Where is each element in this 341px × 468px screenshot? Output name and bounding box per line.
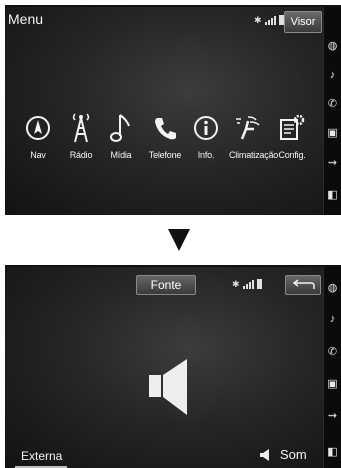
phone-icon	[155, 118, 176, 140]
menu-item-label: Nav	[30, 150, 46, 160]
return-arrow-icon	[292, 279, 315, 289]
menu-item-label: Info.	[197, 150, 215, 160]
bluetooth-icon: ✱	[232, 279, 240, 289]
quick-access-rail: ◍ ♪ ✆ ▣ ⇝ ◧	[323, 7, 341, 215]
quick-access-rail: ◍ ♪ ✆ ▣ ⇝ ◧	[323, 267, 341, 468]
radio-tower-icon	[72, 113, 90, 143]
climate-seat-icon	[236, 116, 260, 140]
battery-icon	[278, 15, 284, 25]
menu-item-label: Rádio	[69, 150, 93, 160]
menu-item-media[interactable]: Mídia	[101, 112, 141, 160]
menu-item-label: Climatização	[229, 150, 279, 160]
rail-climate-icon[interactable]: ⇝	[324, 407, 341, 423]
signal-strength-icon	[264, 16, 276, 25]
battery-icon	[256, 279, 262, 289]
menu-item-nav[interactable]: Nav	[18, 112, 58, 160]
menu-item-info[interactable]: Info.	[186, 112, 226, 160]
transition-arrow	[168, 229, 190, 251]
menu-item-label: Config.	[278, 150, 306, 160]
visor-button[interactable]: Visor	[284, 11, 322, 33]
signal-strength-icon	[242, 280, 254, 289]
rail-climate-icon[interactable]: ⇝	[324, 154, 341, 170]
back-button[interactable]	[285, 275, 321, 295]
rail-image-icon[interactable]: ▣	[324, 124, 341, 140]
settings-document-icon	[280, 114, 305, 140]
sound-label: Som	[280, 447, 307, 462]
menu-item-phone[interactable]: Telefone	[145, 112, 185, 160]
rail-phone-icon[interactable]: ✆	[324, 343, 341, 359]
rail-nav-icon[interactable]: ◍	[324, 37, 341, 53]
info-icon	[194, 116, 218, 140]
speaker-icon	[147, 357, 191, 422]
compass-icon	[26, 116, 50, 140]
menu-item-label: Mídia	[110, 150, 132, 160]
rail-nav-icon[interactable]: ◍	[324, 279, 341, 295]
external-source-label[interactable]: Externa	[21, 449, 62, 463]
bluetooth-icon: ✱	[254, 15, 262, 25]
sound-settings-button[interactable]: Som	[260, 447, 307, 462]
source-button[interactable]: Fonte	[136, 275, 196, 295]
menu-item-radio[interactable]: Rádio	[61, 112, 101, 160]
rail-display-icon[interactable]: ◧	[324, 443, 341, 459]
menu-title: Menu	[8, 11, 44, 27]
rail-image-icon[interactable]: ▣	[324, 375, 341, 391]
rail-music-icon[interactable]: ♪	[324, 311, 341, 327]
audio-screen: Fonte ✱ Externa Som ◍ ♪ ✆ ▣ ⇝ ◧	[5, 265, 341, 468]
menu-item-label: Telefone	[148, 150, 182, 160]
main-menu-screen: Menu ✱ Visor Nav Rádio Mídia Telefone In…	[5, 5, 341, 215]
menu-item-settings[interactable]: Config.	[272, 112, 312, 160]
status-indicators: ✱	[232, 279, 262, 289]
music-note-icon	[110, 114, 130, 142]
menu-item-climate[interactable]: Climatização	[229, 112, 279, 160]
rail-display-icon[interactable]: ◧	[324, 186, 341, 202]
rail-phone-icon[interactable]: ✆	[324, 95, 341, 111]
small-speaker-icon	[260, 448, 269, 461]
status-indicators: ✱	[254, 15, 284, 25]
rail-music-icon[interactable]: ♪	[324, 67, 341, 83]
